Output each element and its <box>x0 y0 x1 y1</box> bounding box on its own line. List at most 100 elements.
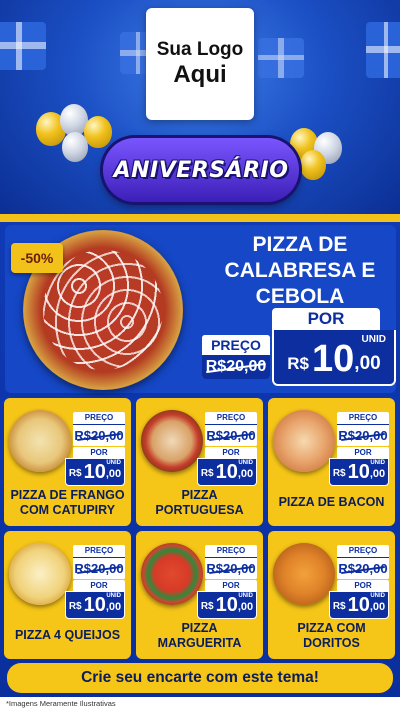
pizza-image <box>9 543 71 605</box>
price-integer: 10 <box>215 461 238 483</box>
preco-label: PREÇO <box>216 546 246 555</box>
por-label: POR <box>205 580 257 591</box>
price-integer: 10 <box>312 338 355 380</box>
preco-label: PREÇO <box>348 546 378 555</box>
price-decimal: ,00 <box>369 468 386 480</box>
product-card: PREÇO R$20,00POR UNID R$10,00 PIZZA PORTUGUE… <box>136 398 263 526</box>
por-label: POR <box>73 447 125 458</box>
product-card: PREÇO R$20,00POR UNID R$10,00PIZZA COM DORI… <box>268 531 395 659</box>
product-card: PREÇO R$20,00POR UNID R$10,00 PIZZA DE BACON <box>268 398 395 526</box>
price-decimal: ,00 <box>354 353 381 374</box>
featured-offer: -50% PIZZA DE CALABRESA E CEBOLA POR PRE… <box>5 225 396 393</box>
gift-box-icon <box>258 38 304 78</box>
preco-label: PREÇO <box>84 413 114 422</box>
pizza-image <box>273 543 335 605</box>
price-decimal: ,00 <box>105 601 122 613</box>
logo-text-line2: Aqui <box>173 61 227 88</box>
old-price: R$20,00 <box>202 355 270 379</box>
por-label: POR <box>337 447 389 458</box>
header-banner: Sua Logo Aqui ANIVERSÁRIO <box>0 0 400 228</box>
price-decimal: ,00 <box>369 601 386 613</box>
old-price-box: PREÇO R$20,00 <box>73 412 125 446</box>
current-price: UNID R$ 10,00 <box>65 591 125 619</box>
unit-label: UNID <box>238 460 253 466</box>
old-price: R$20,00 <box>73 424 125 446</box>
por-label: POR <box>73 580 125 591</box>
currency-symbol: R$ <box>200 601 214 612</box>
price-integer: 10 <box>347 461 370 483</box>
old-price: R$20,00 <box>205 424 257 446</box>
footer-disclaimer: *Imagens Meramente Ilustrativas <box>0 697 400 711</box>
old-price-box: PREÇO R$20,00 <box>202 335 270 379</box>
pizza-image <box>141 543 203 605</box>
currency-symbol: R$ <box>332 601 346 612</box>
por-label: POR <box>205 447 257 458</box>
price-integer: 10 <box>215 594 238 616</box>
current-price: UNID R$ 10,00 <box>329 458 389 486</box>
product-name: PIZZA PORTUGUESA <box>155 488 244 517</box>
balloon-icon <box>300 150 326 180</box>
preco-label: PREÇO <box>84 546 114 555</box>
pizza-image <box>9 410 71 472</box>
old-price: R$20,00 <box>337 557 389 579</box>
gift-box-icon <box>366 22 400 78</box>
price-decimal: ,00 <box>237 601 254 613</box>
current-price: UNID R$ 10,00 <box>65 458 125 486</box>
pizza-image <box>141 410 203 472</box>
gold-divider <box>0 214 400 222</box>
cta-button[interactable]: Crie seu encarte com este tema! <box>7 663 393 693</box>
old-price-box: PREÇO R$20,00 <box>205 412 257 446</box>
currency-symbol: R$ <box>68 601 82 612</box>
anniversary-title: ANIVERSÁRIO <box>113 157 289 183</box>
product-name: PIZZA DE BACON <box>278 495 385 509</box>
old-price-box: PREÇO R$20,00 <box>73 545 125 579</box>
logo-placeholder: Sua Logo Aqui <box>146 8 254 120</box>
price-integer: 10 <box>83 594 106 616</box>
currency-symbol: R$ <box>200 468 214 479</box>
product-name: PIZZA COM DORITOS <box>297 621 366 650</box>
discount-badge: -50% <box>11 243 63 273</box>
currency-symbol: R$ <box>332 468 346 479</box>
preco-label: PREÇO <box>348 413 378 422</box>
product-name: PIZZA MARGUERITA <box>157 621 242 650</box>
current-price: UNID R$ 10,00 <box>329 591 389 619</box>
old-price-box: PREÇO R$20,00 <box>337 412 389 446</box>
price-integer: 10 <box>83 461 106 483</box>
old-price-box: PREÇO R$20,00 <box>205 545 257 579</box>
unit-label: UNID <box>370 593 385 599</box>
current-price: UNID R$ 10,00 <box>197 591 257 619</box>
pizza-image <box>273 410 335 472</box>
preco-label: PREÇO <box>202 335 270 355</box>
old-price: R$20,00 <box>73 557 125 579</box>
preco-label: PREÇO <box>216 413 246 422</box>
flyer-page: Sua Logo Aqui ANIVERSÁRIO -50% PIZZA DE … <box>0 0 400 711</box>
price-decimal: ,00 <box>105 468 122 480</box>
balloon-icon <box>84 116 112 148</box>
logo-text-line1: Sua Logo <box>156 39 244 60</box>
featured-title: PIZZA DE CALABRESA E CEBOLA <box>224 233 376 308</box>
unit-label: UNID <box>106 593 121 599</box>
product-card: PREÇO R$20,00POR UNID R$10,00 PIZZA MARGUERI… <box>136 531 263 659</box>
product-name: PIZZA 4 QUEIJOS <box>14 628 121 642</box>
unit-label: UNID <box>106 460 121 466</box>
old-price-box: PREÇO R$20,00 <box>337 545 389 579</box>
current-price: UNID R$ 10,00 <box>197 458 257 486</box>
unit-label: UNID <box>361 334 386 345</box>
currency-symbol: R$ <box>287 354 310 373</box>
por-label: POR <box>337 580 389 591</box>
old-price: R$20,00 <box>337 424 389 446</box>
product-name: PIZZA DE FRANGO COM CATUPIRY <box>10 488 125 517</box>
unit-label: UNID <box>238 593 253 599</box>
anniversary-badge: ANIVERSÁRIO <box>103 138 299 202</box>
por-label: POR <box>272 308 380 330</box>
currency-symbol: R$ <box>68 468 82 479</box>
current-price: UNID R$ 10 ,00 <box>272 330 396 386</box>
product-card: PREÇO R$20,00POR UNID R$10,00 PIZZA 4 QUEIJO… <box>4 531 131 659</box>
gift-box-icon <box>0 22 46 70</box>
product-card: PREÇO R$20,00POR UNID R$10,00 PIZZA DE FRANG… <box>4 398 131 526</box>
price-integer: 10 <box>347 594 370 616</box>
unit-label: UNID <box>370 460 385 466</box>
old-price: R$20,00 <box>205 557 257 579</box>
price-decimal: ,00 <box>237 468 254 480</box>
balloon-icon <box>62 132 88 162</box>
